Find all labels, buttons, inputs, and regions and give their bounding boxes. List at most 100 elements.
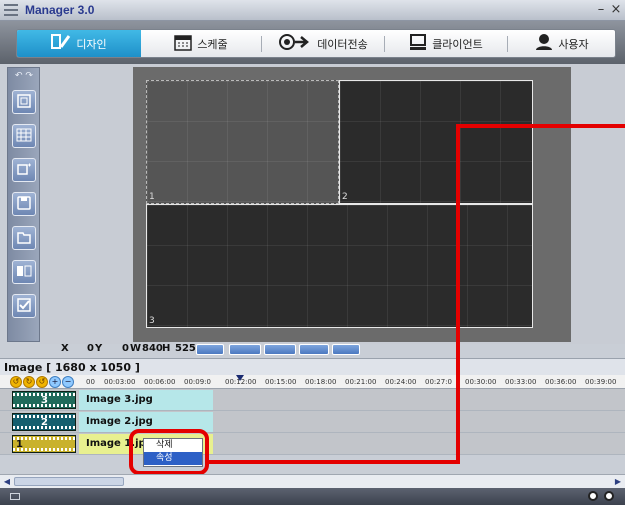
forward-icon[interactable]: ↻ [23,376,35,388]
h-label: H [162,343,171,354]
app-menu-icon[interactable] [4,4,18,16]
highlight-annotation [129,429,209,475]
track-clip[interactable]: Image 3.jpg [79,390,213,410]
tab-schedule-label: 스케줄 [197,37,228,51]
keyboard-icon [10,493,20,500]
reset-icon[interactable]: ↺ [36,376,48,388]
fit-height-button[interactable] [299,344,329,355]
track-number: 3 [41,395,48,406]
open-tool[interactable] [12,226,36,250]
open-icon [16,229,32,248]
w-label: W [130,343,142,354]
save-tool[interactable] [12,192,36,216]
layout-icon [16,263,32,282]
timeline-track[interactable]: 1 Image 1.jpg [0,433,625,455]
scrollbar-thumb[interactable] [14,477,124,486]
callout-line [456,124,460,464]
add-region-icon [16,161,32,180]
ruler-tick: 00:24:00 [385,378,417,386]
tab-separator [507,36,508,52]
ruler-tick: 00:03:00 [104,378,136,386]
playhead-marker[interactable] [236,375,244,381]
region-number: 2 [342,192,348,202]
timeline-ruler[interactable]: ↺ ↻ ↺ + − 00 00:03:00 00:06:00 00:09:0 0… [0,375,625,389]
y-label: Y [95,343,103,354]
track-thumbnail: 3 [12,391,76,409]
x-label: X [61,343,69,354]
tab-separator [261,36,262,52]
h-value[interactable]: 525 [175,343,196,354]
region-number: 1 [149,192,155,202]
tab-schedule[interactable]: 스케줄 [141,30,261,57]
track-thumbnail: 1 [12,435,76,453]
transfer-icon [278,33,312,55]
ruler-tick: 00:15:00 [265,378,297,386]
ruler-tick: 00:18:00 [305,378,337,386]
ruler-tick: 00:36:00 [545,378,577,386]
ruler-tick: 00:33:00 [505,378,537,386]
design-icon [51,33,71,55]
ruler-tick: 00:06:00 [144,378,176,386]
scroll-right-icon[interactable]: ▶ [612,475,624,488]
image-size-label: Image [ 1680 x 1050 ] [0,358,625,375]
tab-strip: 디자인 스케줄 데이터전송 클라이언트 사용자 [16,29,616,58]
tab-client-label: 클라이언트 [432,37,483,51]
grid-icon [16,127,32,146]
layout-tool[interactable] [12,260,36,284]
screen-region-3[interactable]: 3 [146,204,533,328]
checkbox-icon [16,297,32,316]
timeline-track[interactable]: 3 Image 3.jpg [0,389,625,411]
w-value[interactable]: 840 [142,343,163,354]
screen-region-1[interactable]: 1 [146,80,339,204]
screen-region-2[interactable]: 2 [339,80,533,204]
zoom-out-icon[interactable]: − [62,376,74,388]
layout-canvas[interactable]: 1 2 3 [133,67,571,342]
align-left-button[interactable] [229,344,261,355]
center-button[interactable] [332,344,360,355]
status-indicator-icon [604,491,614,501]
tab-user[interactable]: 사용자 [509,30,615,57]
tab-data-transfer-label: 데이터전송 [317,37,368,51]
ruler-tick: 00:39:00 [585,378,617,386]
tab-client[interactable]: 클라이언트 [386,30,506,57]
tab-user-label: 사용자 [558,37,589,51]
close-button[interactable]: × [610,2,622,17]
fit-screen-tool[interactable] [12,90,36,114]
user-icon [535,33,553,55]
tab-data-transfer[interactable]: 데이터전송 [263,30,383,57]
timeline-zoom-controls: ↺ ↻ ↺ + − [10,376,74,388]
track-number: 2 [41,417,48,428]
ruler-tick: 00:27:0 [425,378,452,386]
ruler-tick: 00:09:0 [184,378,211,386]
scroll-left-icon[interactable]: ◀ [1,475,13,488]
callout-line [207,460,460,464]
fit-screen-icon [16,93,32,112]
x-value[interactable]: 0 [87,343,94,354]
minimize-button[interactable]: – [595,2,607,17]
tab-design[interactable]: 디자인 [17,30,141,57]
title-bar: Manager 3.0 – × [0,0,625,21]
tab-design-label: 디자인 [76,37,107,51]
undo-redo-buttons[interactable]: ↶ ↷ [10,70,38,82]
add-region-tool[interactable] [12,158,36,182]
rewind-icon[interactable]: ↺ [10,376,22,388]
timeline-scrollbar[interactable]: ◀ ▶ [0,474,625,488]
ruler-tick: 00:21:00 [345,378,377,386]
fit-width-button[interactable] [264,344,296,355]
apply-tool[interactable] [12,294,36,318]
save-icon [16,195,32,214]
callout-line [458,124,625,128]
main-tab-bar: 디자인 스케줄 데이터전송 클라이언트 사용자 [0,21,625,64]
status-bar [0,488,625,505]
ruler-tick: 00 [86,378,95,386]
region-number: 3 [149,316,155,326]
apply-size-button[interactable] [196,344,224,355]
timeline-track[interactable]: 2 Image 2.jpg [0,411,625,433]
coordinates-bar: X 0 Y 0 W 840 H 525 [55,343,625,356]
zoom-in-icon[interactable]: + [49,376,61,388]
monitor-icon [409,33,427,55]
grid-tool[interactable] [12,124,36,148]
y-value[interactable]: 0 [122,343,129,354]
calendar-icon [174,33,193,55]
tab-separator [384,36,385,52]
